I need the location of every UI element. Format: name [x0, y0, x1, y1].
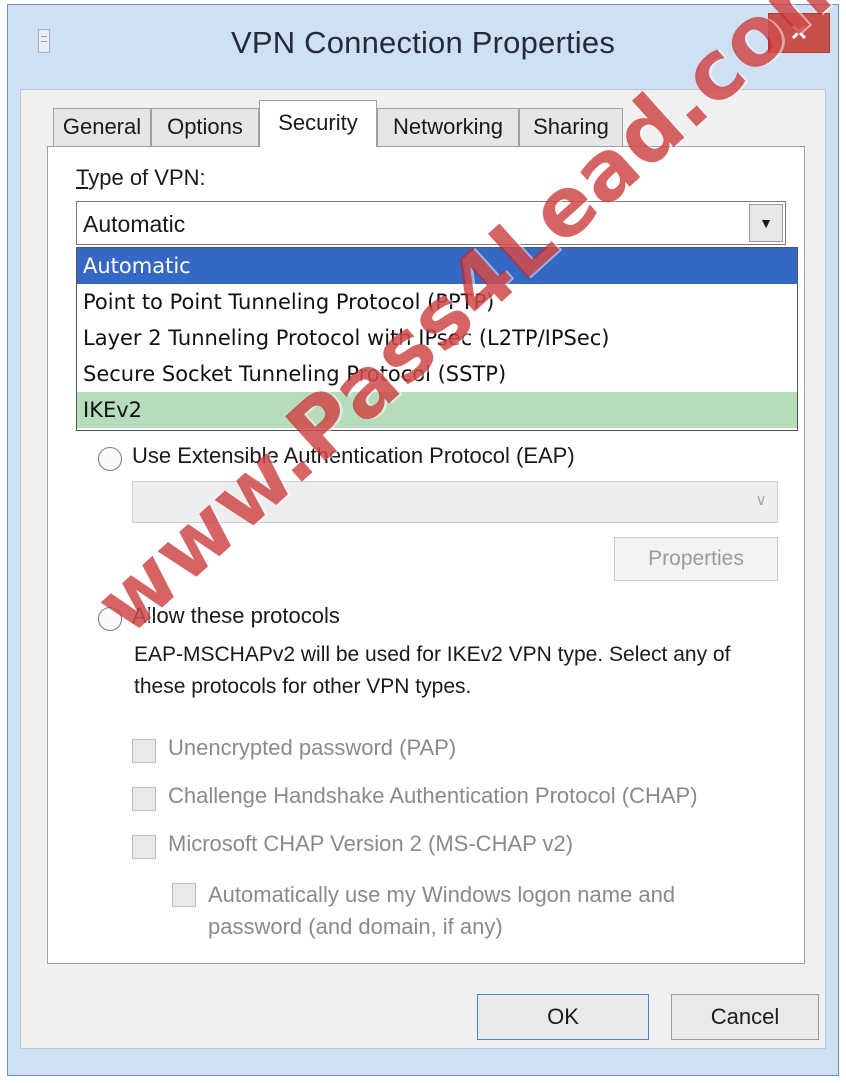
allow-protocols-radio[interactable] — [98, 607, 122, 631]
vpn-type-label-text: ype of VPN: — [88, 165, 206, 190]
close-button[interactable]: ✕ — [768, 13, 830, 53]
vpn-properties-dialog: VPN Connection Properties ✕ General Opti… — [7, 4, 839, 1076]
vpn-type-label-accesskey: T — [76, 165, 89, 190]
auto-logon-checkbox-label[interactable]: Automatically use my Windows logon name … — [208, 879, 748, 943]
tab-sharing[interactable]: Sharing — [519, 108, 623, 146]
vpn-option-automatic[interactable]: Automatic — [77, 248, 797, 284]
mschap-v2-checkbox-label[interactable]: Microsoft CHAP Version 2 (MS-CHAP v2) — [168, 831, 573, 857]
auto-logon-checkbox[interactable] — [172, 883, 196, 907]
dialog-body: General Options Security Networking Shar… — [20, 89, 826, 1049]
pap-checkbox[interactable] — [132, 739, 156, 763]
vpn-option-sstp[interactable]: Secure Socket Tunneling Protocol (SSTP) — [77, 356, 797, 392]
vpn-type-select[interactable]: Automatic ▼ — [76, 201, 786, 245]
eap-radio[interactable] — [98, 447, 122, 471]
chap-checkbox-label[interactable]: Challenge Handshake Authentication Proto… — [168, 783, 698, 809]
eap-properties-button[interactable]: Properties — [614, 537, 778, 581]
vpn-type-dropdown-list: Automatic Point to Point Tunneling Proto… — [76, 247, 798, 431]
ok-button[interactable]: OK — [477, 994, 649, 1040]
tab-options[interactable]: Options — [151, 108, 259, 146]
vpn-option-l2tp[interactable]: Layer 2 Tunneling Protocol with IPsec (L… — [77, 320, 797, 356]
chap-checkbox[interactable] — [132, 787, 156, 811]
tab-networking[interactable]: Networking — [377, 108, 519, 146]
tab-general[interactable]: General — [53, 108, 151, 146]
vpn-type-label: Type of VPN: — [76, 165, 206, 191]
security-tab-panel: Type of VPN: Automatic ▼ Automatic Point… — [47, 146, 805, 964]
tab-security[interactable]: Security — [259, 100, 377, 147]
chevron-down-icon: ∨ — [755, 492, 767, 509]
title-bar: VPN Connection Properties ✕ — [8, 5, 838, 89]
close-icon: ✕ — [789, 20, 809, 45]
vpn-type-dropdown-button[interactable]: ▼ — [749, 204, 783, 242]
vpn-option-ikev2[interactable]: IKEv2 — [77, 392, 797, 428]
eap-radio-label[interactable]: Use Extensible Authentication Protocol (… — [132, 443, 575, 469]
eap-method-select[interactable]: ∨ — [132, 481, 778, 523]
vpn-type-value: Automatic — [83, 211, 186, 237]
vpn-option-pptp[interactable]: Point to Point Tunneling Protocol (PPTP) — [77, 284, 797, 320]
allow-protocols-label[interactable]: Allow these protocols — [132, 603, 340, 629]
cancel-button[interactable]: Cancel — [671, 994, 819, 1040]
chevron-down-icon: ▼ — [759, 215, 773, 231]
pap-checkbox-label[interactable]: Unencrypted password (PAP) — [168, 735, 456, 761]
allow-protocols-description: EAP-MSCHAPv2 will be used for IKEv2 VPN … — [134, 643, 731, 698]
mschap-v2-checkbox[interactable] — [132, 835, 156, 859]
dialog-title: VPN Connection Properties — [230, 25, 616, 60]
